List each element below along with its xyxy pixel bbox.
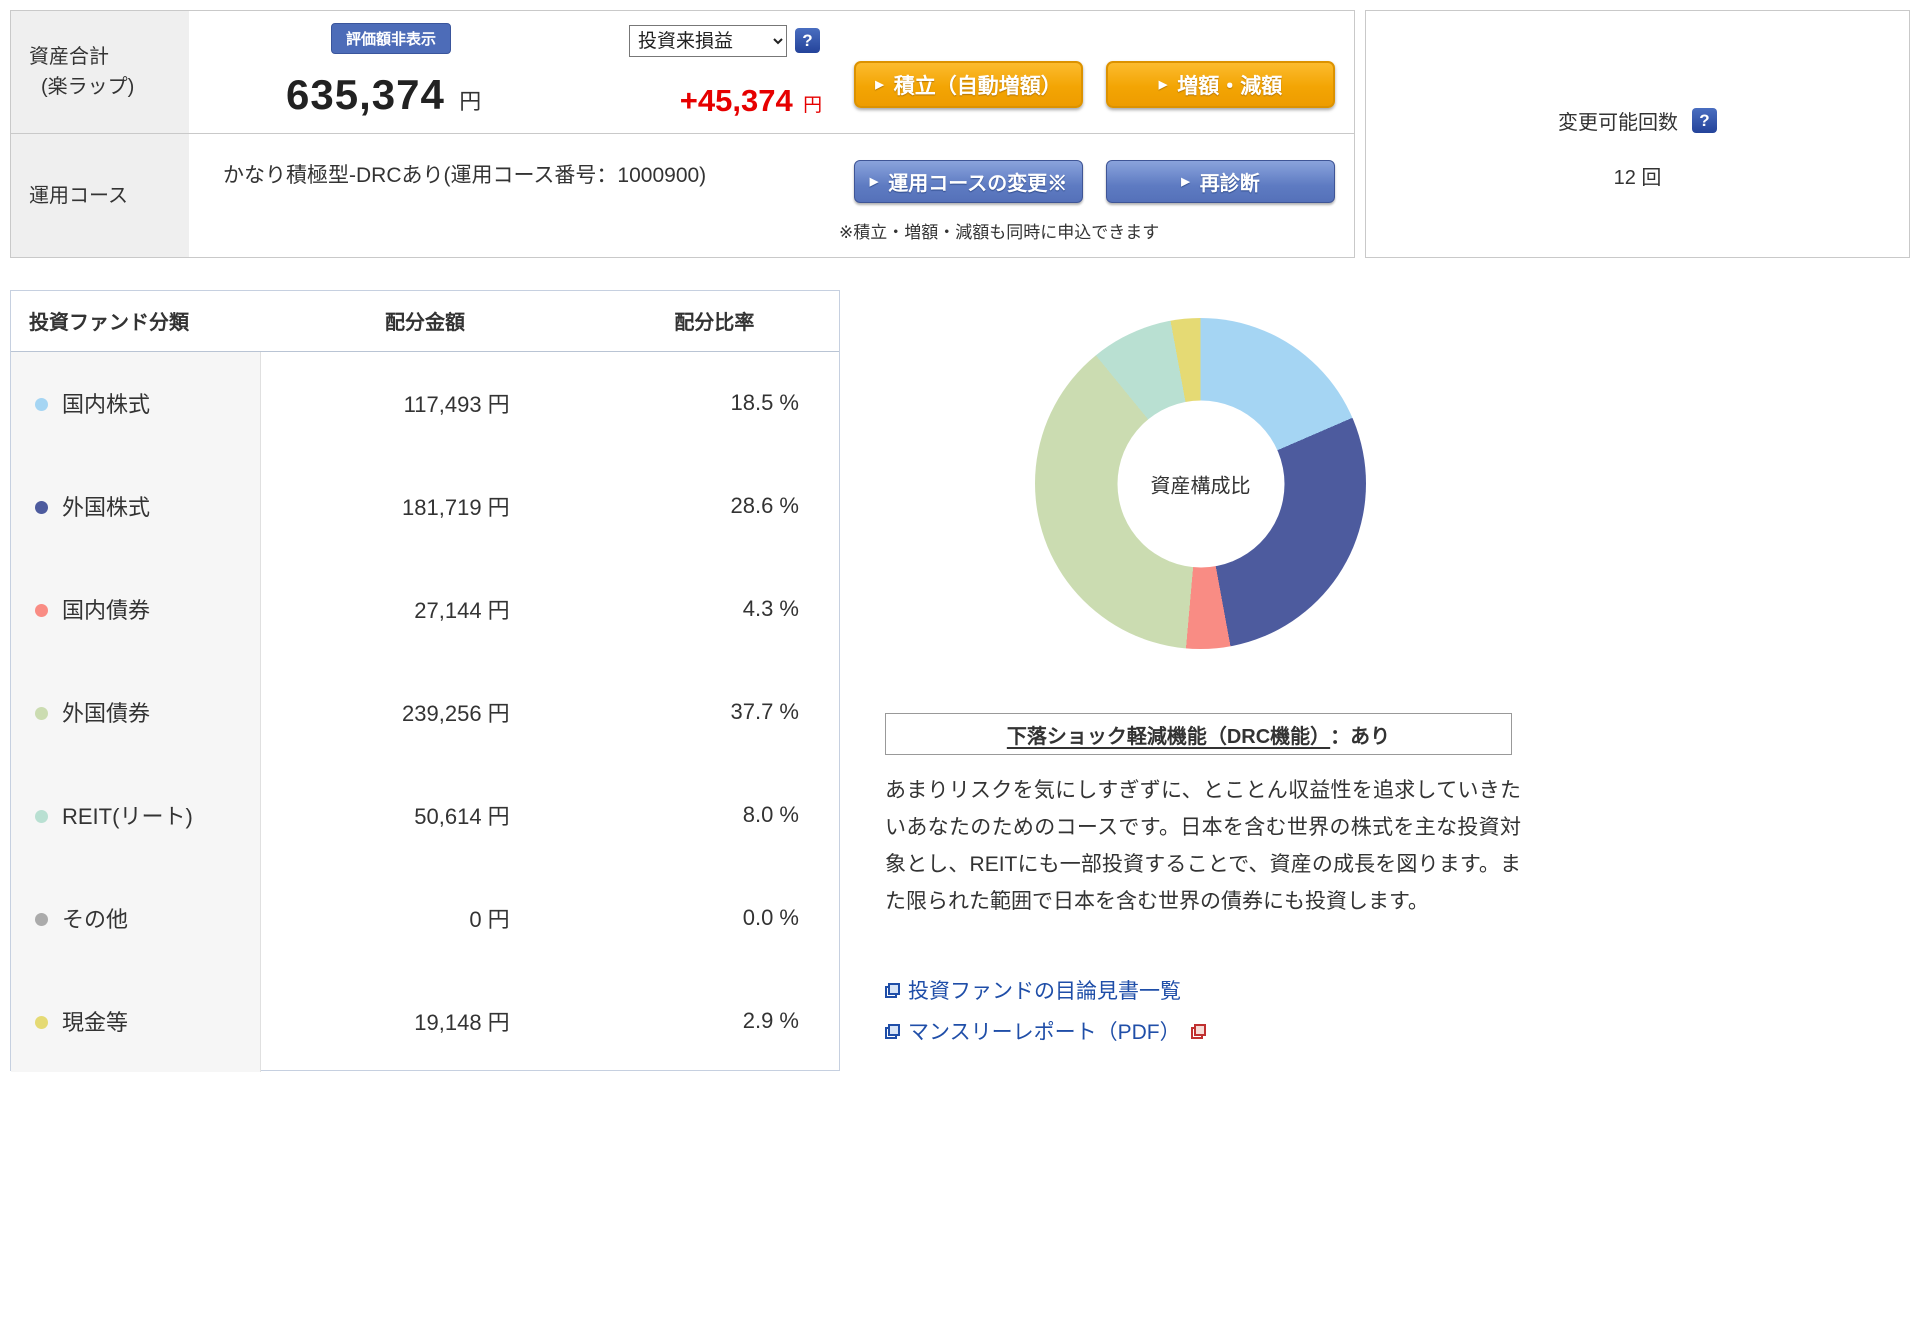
legend-dot <box>35 706 48 720</box>
donut-center-label: 資産構成比 <box>1117 400 1284 567</box>
help-icon[interactable]: ? <box>795 28 820 53</box>
fund-category-cell: 国内債券 <box>11 557 261 660</box>
asset-composition-donut: 資産構成比 <box>1035 318 1366 649</box>
fund-category-cell: REIT(リート) <box>11 763 261 866</box>
table-row: 国内債券 27,144 円 4.3 % <box>11 557 839 660</box>
course-name: かなり積極型-DRCあり(運用コース番号：1000900) <box>223 164 707 187</box>
fund-category-label: 国内株式 <box>62 391 151 417</box>
course-row: 運用コース かなり積極型-DRCあり(運用コース番号：1000900) ▶ 運用… <box>11 134 1354 257</box>
allocation-amount: 27,144 円 <box>414 597 510 623</box>
table-row: 外国株式 181,719 円 28.6 % <box>11 454 839 557</box>
pdf-icon <box>1190 1023 1206 1039</box>
fund-category-cell: 現金等 <box>11 969 261 1072</box>
profit-loss-period-select[interactable]: 投資来損益 <box>629 25 787 57</box>
simultaneous-application-note: ※積立・増額・減額も同時に申込できます <box>839 223 1160 242</box>
legend-dot <box>35 809 48 823</box>
allocation-ratio: 8.0 % <box>742 801 799 827</box>
table-row: 外国債券 239,256 円 37.7 % <box>11 660 839 763</box>
allocation-amount: 50,614 円 <box>414 803 510 829</box>
allocation-amount: 239,256 円 <box>402 700 510 726</box>
hide-valuation-button[interactable]: 評価額非表示 <box>331 23 452 54</box>
table-header-row: 投資ファンド分類 配分金額 配分比率 <box>11 291 839 352</box>
header-allocation-amount: 配分金額 <box>260 291 590 352</box>
allocation-ratio: 18.5 % <box>730 389 800 415</box>
legend-dot <box>35 397 48 411</box>
change-limit-label: 変更可能回数 <box>1558 112 1678 134</box>
fund-category-label: 外国債券 <box>62 700 151 726</box>
change-course-button[interactable]: ▶ 運用コースの変更※ <box>854 160 1083 203</box>
fund-category-label: その他 <box>62 906 129 932</box>
legend-dot <box>35 912 48 926</box>
change-limit-value: 12 回 <box>1613 167 1662 189</box>
course-description: あまりリスクを気にしすぎずに、とことん収益性を追求していきたいあなたのためのコー… <box>885 779 1521 913</box>
fund-category-label: REIT(リート) <box>62 803 193 829</box>
pl-unit: 円 <box>803 95 823 116</box>
tsumitate-button[interactable]: ▶ 積立（自動増額） <box>854 61 1083 108</box>
asset-total-row: 資産合計 (楽ラップ) 評価額非表示 635,374 円 投資来損益 ? +45… <box>11 11 1354 134</box>
drc-feature-box: 下落ショック軽減機能（DRC機能） ：あり <box>885 713 1512 755</box>
table-row: 現金等 19,148 円 2.9 % <box>11 969 839 1072</box>
allocation-ratio: 0.0 % <box>742 904 799 930</box>
allocation-amount: 181,719 円 <box>402 494 510 520</box>
total-amount-unit: 円 <box>459 89 482 114</box>
allocation-ratio: 28.6 % <box>730 492 800 518</box>
table-row: 国内株式 117,493 円 18.5 % <box>11 351 839 454</box>
prospectus-link[interactable]: 投資ファンドの目論見書一覧 <box>885 975 1206 1005</box>
help-icon[interactable]: ? <box>1692 108 1717 133</box>
allocation-table: 投資ファンド分類 配分金額 配分比率 国内株式 117,493 円 18.5 % 外国… <box>11 291 839 1072</box>
drc-title: 下落ショック軽減機能（DRC機能） <box>1006 725 1331 748</box>
fund-category-cell: 外国株式 <box>11 454 261 557</box>
arrow-right-icon: ▶ <box>875 79 884 91</box>
fund-category-label: 国内債券 <box>62 597 151 623</box>
summary-panel: 資産合計 (楽ラップ) 評価額非表示 635,374 円 投資来損益 ? +45… <box>10 10 1355 258</box>
allocation-ratio: 2.9 % <box>742 1007 799 1033</box>
table-row: REIT(リート) 50,614 円 8.0 % <box>11 763 839 866</box>
drc-title-suffix: ：あり <box>1330 725 1391 748</box>
rediagnose-button[interactable]: ▶ 再診断 <box>1106 160 1335 203</box>
fund-category-label: 現金等 <box>62 1009 129 1035</box>
header-allocation-ratio: 配分比率 <box>589 291 839 352</box>
fund-category-cell: その他 <box>11 866 261 969</box>
profit-loss-amount: +45,374 円 <box>661 83 841 119</box>
total-amount-value: 635,374 <box>286 71 445 118</box>
allocation-ratio: 4.3 % <box>742 595 799 621</box>
header-fund-category: 投資ファンド分類 <box>11 291 261 352</box>
allocation-amount: 19,148 円 <box>414 1009 510 1035</box>
fund-category-label: 外国株式 <box>62 494 151 520</box>
legend-dot <box>35 603 48 617</box>
new-window-icon <box>885 982 900 998</box>
document-links: 投資ファンドの目論見書一覧 マンスリーレポート（PDF） <box>885 975 1206 1046</box>
allocation-table-panel: 投資ファンド分類 配分金額 配分比率 国内株式 117,493 円 18.5 % 外国… <box>10 290 840 1072</box>
arrow-right-icon: ▶ <box>869 176 879 188</box>
fund-category-cell: 外国債券 <box>11 660 261 763</box>
allocation-table-body: 国内株式 117,493 円 18.5 % 外国株式 181,719 円 28.6 % 国内… <box>11 351 839 1072</box>
course-row-label: 運用コース <box>11 134 189 257</box>
pl-value: +45,374 <box>679 83 793 118</box>
change-limit-panel: 変更可能回数 ? 12 回 <box>1365 10 1910 258</box>
monthly-report-link[interactable]: マンスリーレポート（PDF） <box>885 1016 1206 1046</box>
allocation-amount: 0 円 <box>469 906 510 932</box>
new-window-icon <box>885 1023 900 1039</box>
increase-decrease-button[interactable]: ▶ 増額・減額 <box>1106 61 1335 108</box>
total-asset-amount: 635,374 円 <box>286 71 481 119</box>
arrow-right-icon: ▶ <box>1158 79 1168 91</box>
allocation-amount: 117,493 円 <box>403 391 510 417</box>
fund-category-cell: 国内株式 <box>11 351 261 454</box>
allocation-ratio: 37.7 % <box>730 698 800 724</box>
legend-dot <box>35 500 48 514</box>
asset-total-label: 資産合計 (楽ラップ) <box>11 11 189 133</box>
legend-dot <box>35 1015 48 1029</box>
arrow-right-icon: ▶ <box>1181 176 1190 188</box>
table-row: その他 0 円 0.0 % <box>11 866 839 969</box>
